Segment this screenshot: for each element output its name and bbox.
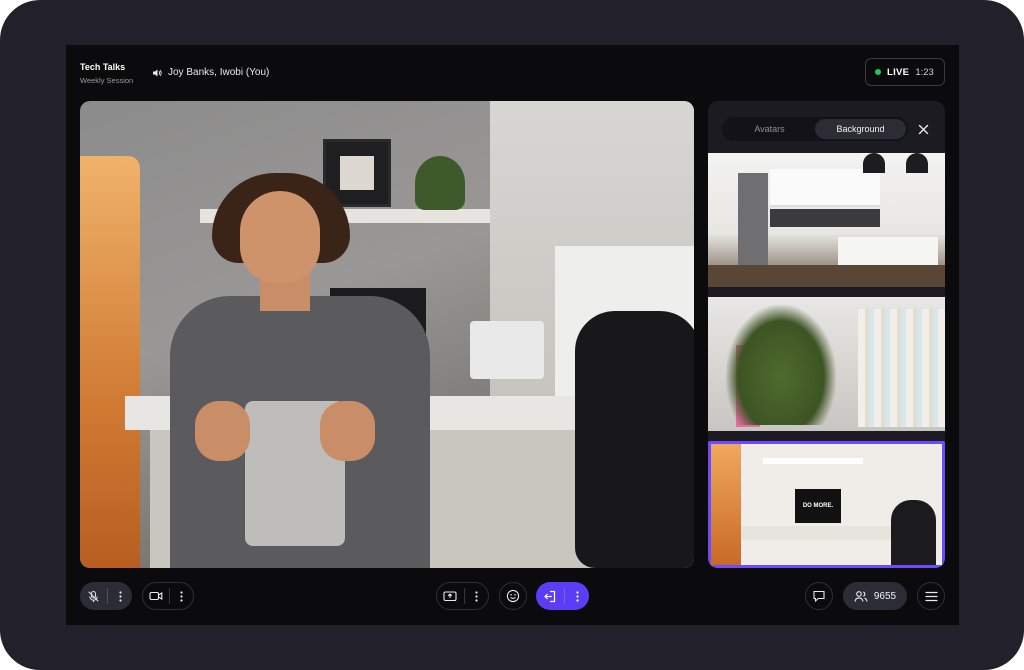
speakers-label: Joy Banks, Iwobi (You) <box>168 67 270 78</box>
meeting-title-block: Tech Talks Weekly Session <box>80 62 133 85</box>
kitchen-cabinets <box>770 169 880 207</box>
people-icon <box>854 590 868 603</box>
participants-button[interactable]: 9655 <box>843 582 907 610</box>
tab-avatars[interactable]: Avatars <box>724 119 815 139</box>
mic-control-group <box>80 582 132 610</box>
video-plant <box>415 156 465 210</box>
meeting-subtitle: Weekly Session <box>80 76 134 85</box>
device-bezel: Tech Talks Weekly Session Joy Banks, Iwo… <box>0 0 1024 670</box>
live-label: LIVE <box>887 66 910 78</box>
store-clothing-rack <box>858 309 945 427</box>
menu-icon[interactable] <box>917 582 945 610</box>
more-icon[interactable] <box>565 582 589 610</box>
more-icon[interactable] <box>108 582 132 610</box>
camera-icon[interactable] <box>143 583 169 609</box>
presenter-left-hand <box>195 401 250 461</box>
presenter-head <box>240 191 320 283</box>
background-option-home-office[interactable]: DO MORE. <box>708 441 945 568</box>
leave-control-group <box>536 582 589 610</box>
tab-background[interactable]: Background <box>815 119 906 139</box>
call-controls-bar: 9655 <box>66 575 959 617</box>
kitchen-backsplash <box>770 209 880 227</box>
speaker-icon <box>152 68 162 78</box>
store-plant <box>726 305 836 425</box>
live-dot <box>875 69 881 75</box>
live-timer: 1:23 <box>915 66 934 78</box>
share-control-group <box>436 582 489 610</box>
presenter-right-hand <box>320 401 375 461</box>
kitchen-pendant-lamp <box>906 153 928 173</box>
close-icon[interactable] <box>915 121 931 137</box>
more-icon[interactable] <box>170 583 193 609</box>
kitchen-pendant-lamp <box>863 153 885 173</box>
office-monitor: DO MORE. <box>795 489 841 523</box>
live-indicator: LIVE 1:23 <box>865 58 945 86</box>
chat-icon[interactable] <box>805 582 833 610</box>
office-lamp <box>711 444 741 565</box>
meeting-title: Tech Talks <box>80 62 126 72</box>
background-option-kitchen[interactable] <box>708 153 945 287</box>
office-shelf <box>763 458 863 464</box>
emoji-icon[interactable] <box>499 582 527 610</box>
effects-tabs: Avatars Background <box>722 117 908 141</box>
video-floor-lamp <box>80 156 140 568</box>
camera-control-group <box>142 582 194 610</box>
active-speakers: Joy Banks, Iwobi (You) <box>152 67 269 78</box>
more-icon[interactable] <box>465 583 488 609</box>
participants-count: 9655 <box>873 590 897 602</box>
share-screen-icon[interactable] <box>437 583 464 609</box>
kitchen-floor <box>708 265 945 287</box>
office-chair <box>891 500 936 565</box>
effects-panel: Avatars Background DO MORE. <box>708 101 945 568</box>
office-desk <box>741 526 896 540</box>
video-laptop <box>470 321 544 379</box>
main-video-feed[interactable] <box>80 101 694 568</box>
background-option-clothing-store[interactable] <box>708 297 945 431</box>
leave-icon[interactable] <box>536 582 564 610</box>
video-chair <box>575 311 694 568</box>
meeting-screen: Tech Talks Weekly Session Joy Banks, Iwo… <box>66 45 959 625</box>
mic-off-icon[interactable] <box>80 582 107 610</box>
